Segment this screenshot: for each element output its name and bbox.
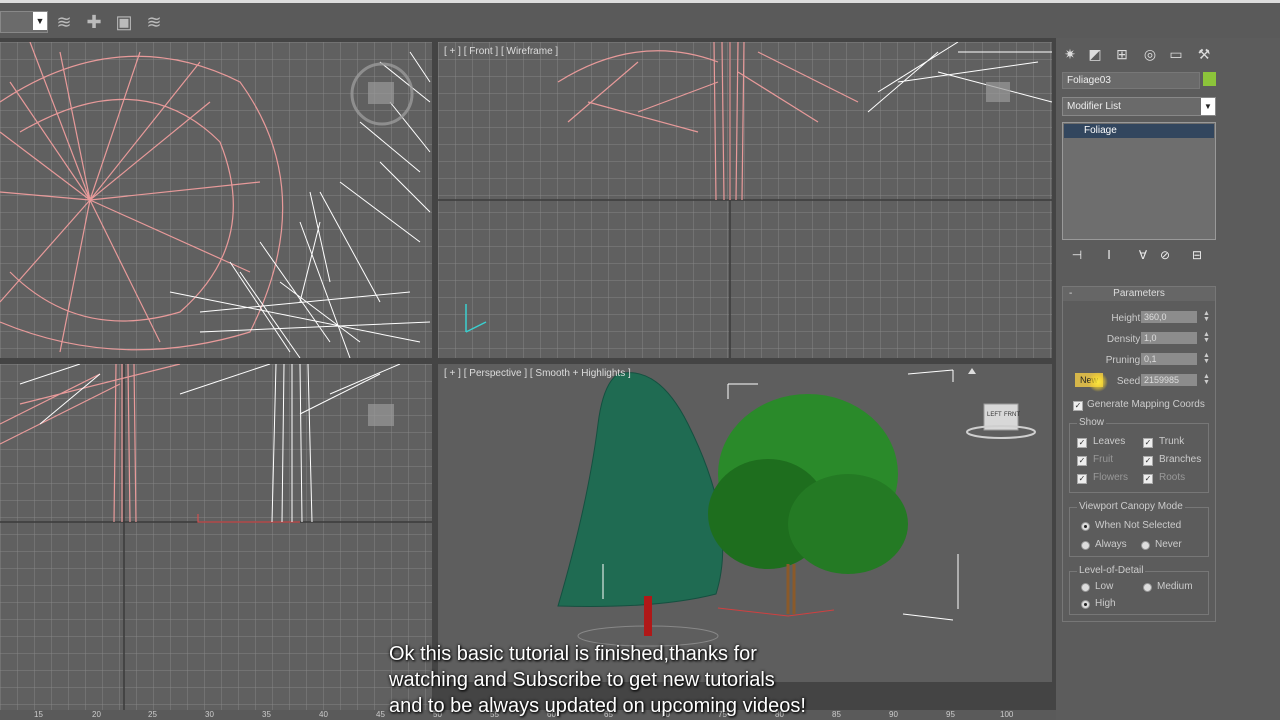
seed-spinner-arrows[interactable]: ▲ ▼	[1203, 373, 1211, 386]
density-spinner-arrows[interactable]: ▲ ▼	[1203, 331, 1211, 344]
seed-label: Seed:	[1116, 376, 1143, 387]
subtitle-line-3: and to be always updated on upcoming vid…	[389, 695, 806, 717]
mouse-cursor-highlight	[1088, 372, 1108, 392]
ruler-tick: 40	[319, 710, 328, 719]
density-label: Density:	[1106, 334, 1143, 345]
mapping-coords-label: Generate Mapping Coords	[1087, 399, 1205, 410]
show-group-title: Show	[1077, 417, 1107, 428]
leaves-label: Leaves	[1093, 436, 1126, 447]
ruler-tick: 35	[262, 710, 271, 719]
height-spinner-arrows[interactable]: ▲ ▼	[1203, 310, 1211, 323]
ruler-tick: 20	[92, 710, 101, 719]
never-radio[interactable]	[1141, 541, 1150, 550]
remove-modifier-icon[interactable]: ⊘	[1156, 248, 1174, 264]
utilities-tab-icon[interactable]: ⚒	[1194, 44, 1214, 64]
show-end-result-icon[interactable]: Ⅰ	[1100, 248, 1118, 264]
configure-sets-icon[interactable]: ⊟	[1188, 248, 1206, 264]
when-not-selected-radio[interactable]	[1081, 522, 1090, 531]
lod-low-label: Low	[1095, 581, 1114, 592]
pruning-spinner[interactable]: 0,1	[1141, 353, 1197, 365]
viewport-perspective-label[interactable]: [ + ] [ Perspective ] [ Smooth + Highlig…	[444, 368, 631, 379]
always-radio[interactable]	[1081, 541, 1090, 550]
lod-low-radio[interactable]	[1081, 583, 1090, 592]
roots-label: Roots	[1159, 472, 1186, 483]
trunk-label: Trunk	[1159, 436, 1185, 447]
subtitle-line-1: Ok this basic tutorial is finished,thank…	[389, 643, 757, 665]
trunk-checkbox[interactable]: ✓	[1143, 438, 1153, 448]
canopy-mode-group	[1069, 507, 1209, 557]
never-label: Never	[1155, 539, 1182, 550]
canopy-mode-title: Viewport Canopy Mode	[1077, 501, 1185, 512]
modifier-list-label: Modifier List	[1067, 101, 1121, 112]
pin-stack-icon[interactable]: ⊣	[1068, 248, 1086, 264]
viewcube-front-face[interactable]: FRNT	[1004, 412, 1020, 418]
hierarchy-tab-icon[interactable]: ⊞	[1112, 44, 1132, 64]
chevron-down-icon: ▼	[1201, 98, 1215, 115]
motion-tab-icon[interactable]: ◎	[1140, 44, 1160, 64]
lod-high-label: High	[1095, 598, 1116, 609]
flowers-label: Flowers	[1093, 472, 1129, 483]
viewcube-left-face[interactable]: LEFT	[987, 412, 1002, 418]
branches-label: Branches	[1159, 454, 1202, 465]
ruler-tick: 30	[205, 710, 214, 719]
viewport-perspective[interactable]: [ + ] [ Perspective ] [ Smooth + Highlig…	[438, 364, 1052, 682]
height-spinner[interactable]: 360,0	[1141, 311, 1197, 323]
seed-spinner[interactable]: 2159985	[1141, 374, 1197, 386]
modify-icon[interactable]: ▣	[112, 11, 136, 33]
stack-item-foliage[interactable]: Foliage	[1064, 124, 1214, 138]
lod-high-radio[interactable]	[1081, 600, 1090, 609]
density-spinner[interactable]: 1,0	[1141, 332, 1197, 344]
video-subtitle: Ok this basic tutorial is finished,thank…	[389, 641, 949, 719]
create-icon[interactable]: ✚	[82, 11, 106, 33]
link-icon[interactable]: ≋	[52, 11, 76, 33]
viewport-top-left-canvas	[0, 42, 432, 358]
create-tab-icon[interactable]: ✷	[1060, 44, 1080, 64]
viewport-top-left[interactable]	[0, 42, 432, 358]
subtitle-line-2: watching and Subscribe to get new tutori…	[389, 669, 775, 691]
display-tab-icon[interactable]: ▭	[1166, 44, 1186, 64]
make-unique-icon[interactable]: ∀	[1134, 248, 1152, 264]
object-name-field[interactable]: Foliage03	[1062, 72, 1200, 89]
flowers-checkbox[interactable]: ✓	[1077, 474, 1087, 484]
lod-group	[1069, 571, 1209, 615]
viewport-bottom-left-canvas	[0, 364, 432, 710]
branches-checkbox[interactable]: ✓	[1143, 456, 1153, 466]
mapping-coords-checkbox[interactable]: ✓	[1073, 401, 1083, 411]
ruler-tick: 100	[1000, 710, 1014, 719]
leaves-checkbox[interactable]: ✓	[1077, 438, 1087, 448]
viewport-front[interactable]: [ + ] [ Front ] [ Wireframe ]	[438, 42, 1052, 358]
modifier-stack[interactable]: Foliage	[1062, 122, 1216, 240]
hierarchy-icon[interactable]: ≋	[142, 11, 166, 33]
lod-title: Level-of-Detail	[1077, 565, 1146, 576]
lod-medium-radio[interactable]	[1143, 583, 1152, 592]
fruit-checkbox[interactable]: ✓	[1077, 456, 1087, 466]
height-label: Height:	[1111, 313, 1143, 324]
parameters-rollout: - Parameters Height: 360,0 ▲ ▼ Density: 1,…	[1062, 286, 1216, 622]
main-toolbar: ▼ ≋ ✚ ▣ ≋	[0, 0, 1280, 38]
pruning-spinner-arrows[interactable]: ▲ ▼	[1203, 352, 1211, 365]
pruning-label: Pruning:	[1105, 355, 1143, 366]
viewport-front-canvas	[438, 42, 1052, 358]
viewport-bottom-left[interactable]	[0, 364, 432, 710]
chevron-down-icon: ▼	[33, 12, 47, 30]
selection-filter-dropdown[interactable]: ▼	[0, 11, 48, 33]
fruit-label: Fruit	[1093, 454, 1113, 465]
object-color-swatch[interactable]	[1203, 72, 1216, 86]
ruler-tick: 45	[376, 710, 385, 719]
roots-checkbox[interactable]: ✓	[1143, 474, 1153, 484]
ruler-tick: 25	[148, 710, 157, 719]
modifier-list-dropdown[interactable]: Modifier List ▼	[1062, 97, 1216, 116]
lod-medium-label: Medium	[1157, 581, 1193, 592]
ruler-tick: 15	[34, 710, 43, 719]
modify-tab-icon[interactable]: ◩	[1085, 44, 1105, 64]
viewport-front-label[interactable]: [ + ] [ Front ] [ Wireframe ]	[444, 46, 558, 57]
viewport-perspective-canvas	[438, 364, 1052, 682]
parameters-header[interactable]: - Parameters	[1063, 287, 1215, 301]
when-not-selected-label: When Not Selected	[1095, 520, 1182, 531]
always-label: Always	[1095, 539, 1127, 550]
